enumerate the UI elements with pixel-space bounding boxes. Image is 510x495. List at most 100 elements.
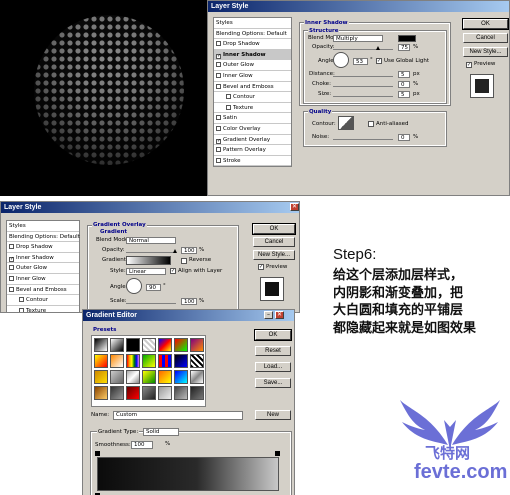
gradient-preset-swatch[interactable] (110, 354, 124, 368)
new-style-button[interactable]: New Style... (253, 250, 295, 260)
style-item[interactable]: Blending Options: Default (214, 29, 291, 40)
gradient-preset-swatch[interactable] (126, 338, 140, 352)
angle-input[interactable]: 53 (353, 58, 368, 65)
style-item[interactable]: Outer Glow (214, 60, 291, 71)
minimize-icon[interactable]: – (264, 311, 273, 319)
gradient-preset-swatch[interactable] (126, 386, 140, 400)
style-item[interactable]: Color Overlay (214, 124, 291, 135)
style-item[interactable]: Texture (214, 103, 291, 114)
size-input[interactable]: 5 (398, 91, 410, 98)
blend-mode-select[interactable]: Normal (126, 237, 176, 244)
gradient-preset-swatch[interactable] (126, 370, 140, 384)
style-checkbox[interactable] (226, 104, 231, 110)
style-checkbox[interactable] (216, 125, 221, 131)
style-item[interactable]: Blending Options: Default (7, 232, 80, 243)
angle-dial[interactable] (126, 278, 142, 294)
gradient-preset-swatch[interactable] (142, 354, 156, 368)
style-select[interactable]: Linear (126, 268, 166, 275)
ok-button[interactable]: OK (254, 329, 292, 341)
gradient-preset-swatch[interactable] (174, 370, 188, 384)
preview-checkbox[interactable]: ✓ (466, 62, 472, 68)
gradient-preset-swatch[interactable] (158, 338, 172, 352)
scale-input[interactable]: 100 (181, 298, 197, 305)
style-item[interactable]: Bevel and Emboss (7, 285, 79, 296)
contour-preview[interactable] (338, 116, 354, 130)
opacity-slider[interactable] (333, 49, 393, 50)
gradient-ramp[interactable] (97, 457, 279, 491)
align-checkbox[interactable]: ✓ (170, 268, 176, 274)
global-light-checkbox[interactable]: ✓ (376, 58, 382, 64)
ok-button[interactable]: OK (462, 18, 509, 30)
style-checkbox[interactable]: ✓ (216, 53, 221, 59)
gradient-type-select[interactable]: Solid (143, 428, 179, 436)
gradient-preset-swatch[interactable] (94, 386, 108, 400)
choke-input[interactable]: 0 (398, 81, 410, 88)
new-button[interactable]: New (255, 410, 291, 420)
distance-input[interactable]: 5 (398, 71, 410, 78)
style-checkbox[interactable] (9, 265, 14, 271)
name-input[interactable]: Custom (113, 411, 243, 420)
style-item[interactable]: Styles (7, 221, 79, 232)
scale-slider[interactable] (126, 303, 176, 304)
opacity-stop-right[interactable] (275, 451, 280, 456)
style-item[interactable]: Contour (7, 295, 79, 306)
style-checkbox[interactable] (216, 62, 221, 68)
gradient-preset-swatch[interactable] (94, 370, 108, 384)
style-item[interactable]: Inner Glow (7, 274, 79, 285)
angle-dial[interactable] (333, 52, 349, 68)
gradient-preset-swatch[interactable] (190, 354, 204, 368)
style-checkbox[interactable] (19, 297, 24, 303)
cancel-button[interactable]: Cancel (253, 237, 295, 247)
gradient-preset-swatch[interactable] (174, 386, 188, 400)
opacity-stop-left[interactable] (95, 451, 100, 456)
style-item[interactable]: Drop Shadow (7, 242, 79, 253)
presets-grid[interactable] (91, 335, 206, 407)
gradient-preset-swatch[interactable] (142, 338, 156, 352)
style-checkbox[interactable] (9, 286, 14, 292)
styles-list[interactable]: Styles Blending Options: Default Drop Shad… (6, 220, 80, 312)
save-button[interactable]: Save... (255, 378, 291, 388)
gradient-preset-swatch[interactable] (94, 338, 108, 352)
style-item[interactable]: Satin (214, 113, 291, 124)
angle-input[interactable]: 90 (146, 284, 161, 291)
reverse-checkbox[interactable] (181, 258, 187, 264)
styles-list[interactable]: Styles Blending Options: Default Drop Shad… (213, 17, 292, 167)
gradient-preset-swatch[interactable] (190, 386, 204, 400)
smoothness-input[interactable]: 100 (131, 441, 153, 449)
gradient-preset-swatch[interactable] (126, 354, 140, 368)
style-checkbox[interactable] (9, 275, 14, 281)
style-checkbox[interactable] (216, 115, 221, 121)
style-item[interactable]: Contour (214, 92, 291, 103)
opacity-slider[interactable] (126, 252, 176, 253)
gradient-preset-swatch[interactable] (110, 338, 124, 352)
style-item[interactable]: Outer Glow (7, 263, 79, 274)
gradient-preset-swatch[interactable] (110, 370, 124, 384)
reset-button[interactable]: Reset (255, 346, 291, 356)
style-checkbox[interactable] (216, 41, 221, 47)
close-icon[interactable]: ✕ (275, 311, 284, 319)
gradient-preset-swatch[interactable] (190, 370, 204, 384)
style-item[interactable]: Styles (214, 18, 291, 29)
style-item[interactable]: Drop Shadow (214, 39, 291, 50)
choke-slider[interactable] (333, 86, 393, 87)
style-checkbox[interactable] (216, 147, 221, 153)
gradient-preset-swatch[interactable] (174, 338, 188, 352)
distance-slider[interactable] (333, 76, 393, 77)
gradient-preset-swatch[interactable] (158, 354, 172, 368)
gradient-preset-swatch[interactable] (174, 354, 188, 368)
style-checkbox[interactable] (216, 157, 221, 163)
ok-button[interactable]: OK (252, 223, 296, 235)
new-style-button[interactable]: New Style... (463, 47, 508, 57)
gradient-preset-swatch[interactable] (158, 386, 172, 400)
opacity-thumb[interactable] (173, 249, 177, 253)
noise-slider[interactable] (333, 139, 393, 140)
style-checkbox[interactable] (9, 244, 14, 250)
style-checkbox[interactable] (226, 94, 231, 100)
opacity-thumb[interactable] (376, 46, 380, 50)
size-slider[interactable] (333, 96, 393, 97)
style-checkbox[interactable]: ✓ (216, 138, 221, 144)
cancel-button[interactable]: Cancel (463, 33, 508, 43)
style-checkbox[interactable] (19, 307, 24, 312)
opacity-input[interactable]: 75 (398, 44, 410, 51)
gradient-preset-swatch[interactable] (110, 386, 124, 400)
